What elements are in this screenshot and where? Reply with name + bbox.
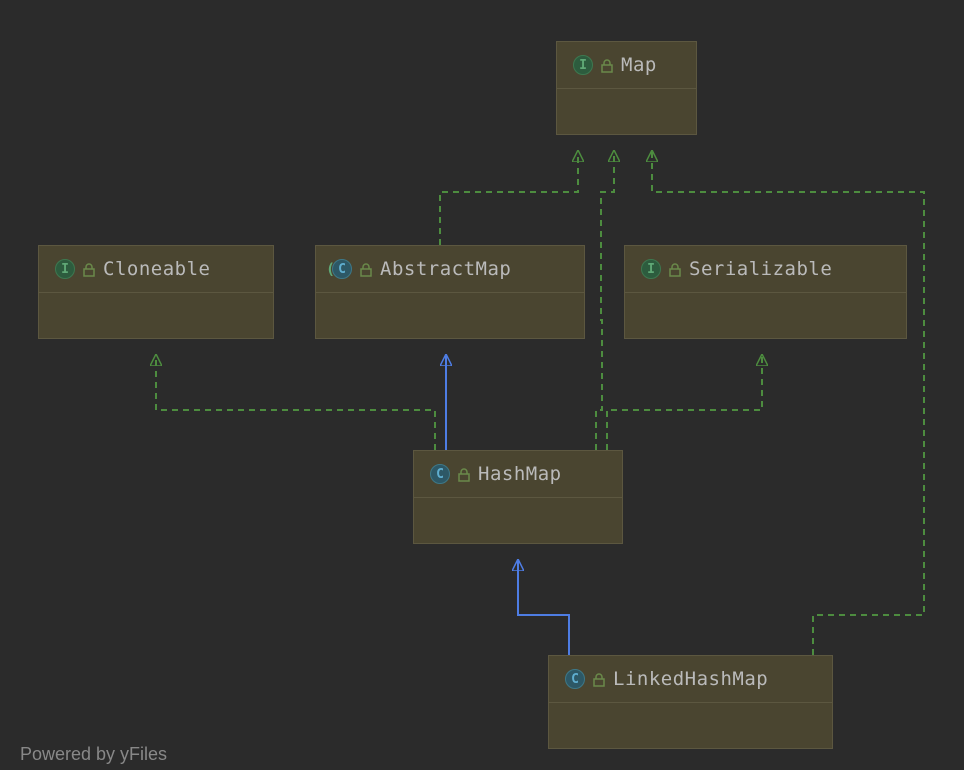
lock-icon	[669, 262, 681, 276]
node-cloneable[interactable]: I Cloneable	[38, 245, 274, 339]
footer-attribution: Powered by yFiles	[20, 744, 167, 765]
interface-icon: I	[641, 259, 661, 279]
class-icon: C	[430, 464, 450, 484]
node-abstractmap[interactable]: C AbstractMap	[315, 245, 585, 339]
edge-hashmap-cloneable	[156, 356, 435, 450]
node-label: LinkedHashMap	[613, 668, 768, 690]
node-label: HashMap	[478, 463, 562, 485]
node-label: Cloneable	[103, 258, 210, 280]
lock-icon	[458, 467, 470, 481]
edge-hashmap-map	[596, 152, 614, 450]
edge-hashmap-serializable	[607, 356, 762, 450]
abstract-class-icon: C	[332, 259, 352, 279]
lock-icon	[83, 262, 95, 276]
node-map[interactable]: I Map	[556, 41, 697, 135]
node-label: Map	[621, 54, 657, 76]
node-label: Serializable	[689, 258, 832, 280]
edge-linkedhashmap-hashmap	[518, 561, 569, 655]
lock-icon	[601, 58, 613, 72]
node-label: AbstractMap	[380, 258, 511, 280]
interface-icon: I	[573, 55, 593, 75]
lock-icon	[593, 672, 605, 686]
node-serializable[interactable]: I Serializable	[624, 245, 907, 339]
class-icon: C	[565, 669, 585, 689]
edge-abstractmap-map	[440, 152, 578, 245]
edge-linkedhashmap-map	[652, 152, 924, 655]
interface-icon: I	[55, 259, 75, 279]
node-hashmap[interactable]: C HashMap	[413, 450, 623, 544]
node-linkedhashmap[interactable]: C LinkedHashMap	[548, 655, 833, 749]
diagram-canvas: I Map I Cloneable C AbstractMap	[0, 0, 964, 770]
lock-icon	[360, 262, 372, 276]
